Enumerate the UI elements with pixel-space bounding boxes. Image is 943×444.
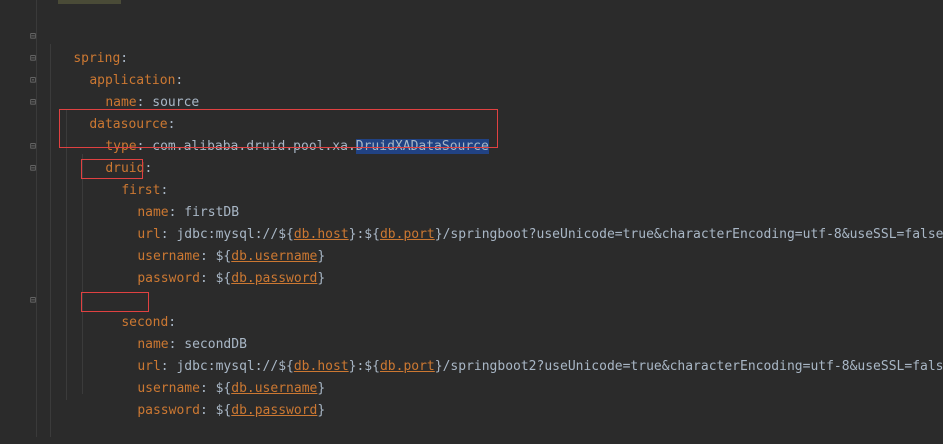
code-line[interactable]: name: source	[74, 70, 199, 110]
property-reference[interactable]: db.password	[231, 403, 317, 418]
code-line[interactable]: name: firstDB	[106, 180, 239, 220]
code-line[interactable]: application:	[58, 48, 183, 88]
indent-guide	[50, 44, 51, 437]
annotation-box-first	[81, 159, 143, 179]
code-line[interactable]: username: ${db.username}	[106, 356, 325, 396]
code-editor[interactable]: spring: application: name: source dataso…	[42, 0, 943, 437]
code-line[interactable]: url: jdbc:mysql://${db.host}:${db.port}/…	[106, 334, 943, 374]
yaml-key: password	[137, 271, 200, 286]
code-line[interactable]: username: ${db.username}	[106, 224, 325, 264]
property-reference[interactable]: db.password	[231, 271, 317, 286]
fold-marker-icon[interactable]: ⊟	[30, 54, 39, 64]
property-reference[interactable]: db.port	[380, 227, 435, 242]
fold-marker-icon[interactable]: ⊟	[30, 296, 39, 306]
fold-end-icon[interactable]: ⊡	[30, 76, 39, 86]
fold-marker-icon[interactable]: ⊟	[30, 164, 39, 174]
annotation-box-second	[81, 292, 149, 312]
code-line[interactable]: spring:	[42, 26, 128, 66]
code-line[interactable]: password: ${db.password}	[106, 378, 325, 418]
fold-marker-icon[interactable]: ⊟	[30, 98, 39, 108]
code-line[interactable]: password: ${db.password}	[106, 246, 325, 286]
editor-gutter: ⊟ ⊟ ⊡ ⊟ ⊟ ⊟ ⊟	[0, 0, 37, 437]
fold-marker-icon[interactable]: ⊟	[30, 32, 39, 42]
code-line[interactable]: name: secondDB	[106, 312, 247, 352]
yaml-key: password	[137, 403, 200, 418]
code-line[interactable]: url: jdbc:mysql://${db.host}:${db.port}/…	[106, 202, 943, 242]
annotation-box-type	[59, 109, 498, 148]
fold-marker-icon[interactable]: ⊟	[30, 142, 39, 152]
property-reference[interactable]: db.port	[380, 359, 435, 374]
